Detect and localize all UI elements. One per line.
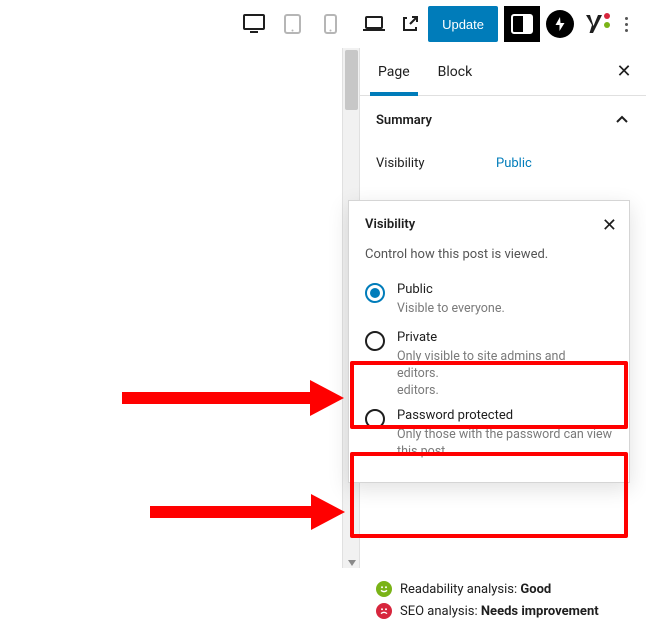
visibility-label: Visibility [376, 156, 496, 171]
option-private-label: Private [397, 330, 617, 345]
seo-text: SEO analysis: Needs improvement [400, 604, 599, 619]
readability-row[interactable]: Readability analysis: Good [376, 578, 636, 600]
callout-arrow-private [122, 376, 344, 420]
option-public-label: Public [397, 282, 617, 297]
laptop-icon[interactable] [362, 12, 386, 36]
editors-overflow-text: editors. [397, 383, 617, 398]
chevron-up-icon [614, 112, 630, 128]
top-toolbar: Update [0, 0, 646, 48]
close-panel-button[interactable]: ✕ [612, 61, 636, 82]
desktop-icon[interactable] [242, 12, 266, 36]
mobile-icon[interactable] [318, 12, 342, 36]
popover-description: Control how this post is viewed. [365, 247, 617, 262]
summary-section-header[interactable]: Summary [360, 96, 646, 138]
sidebar-toggle-button[interactable] [504, 6, 540, 42]
visibility-option-password[interactable]: Password protected Only those with the p… [365, 402, 617, 467]
smile-icon [376, 581, 392, 597]
visibility-option-public[interactable]: Public Visible to everyone. [365, 276, 617, 324]
tab-page[interactable]: Page [364, 48, 424, 95]
radio-password[interactable] [365, 409, 385, 429]
close-popover-button[interactable]: ✕ [602, 217, 617, 235]
option-public-hint: Visible to everyone. [397, 301, 617, 318]
visibility-value-link[interactable]: Public [496, 156, 532, 171]
yoast-icon[interactable] [580, 10, 608, 38]
seo-row[interactable]: SEO analysis: Needs improvement [376, 600, 636, 622]
visibility-popover: Visibility ✕ Control how this post is vi… [348, 200, 630, 483]
callout-arrow-password [150, 490, 345, 534]
yoast-status-dots [604, 13, 610, 28]
readability-text: Readability analysis: Good [400, 582, 551, 597]
summary-label: Summary [376, 113, 432, 128]
jetpack-icon[interactable] [546, 10, 574, 38]
more-options-button[interactable] [614, 6, 638, 42]
radio-public[interactable] [365, 283, 385, 303]
visibility-row: Visibility Public [360, 138, 646, 179]
visibility-option-private[interactable]: Private Only visible to site admins and … [365, 324, 617, 389]
update-button[interactable]: Update [428, 6, 498, 42]
radio-private[interactable] [365, 331, 385, 351]
option-password-hint: Only those with the password can view th… [397, 427, 617, 461]
device-preview-group [242, 12, 342, 36]
panel-tabs: Page Block ✕ [360, 48, 646, 96]
popover-title: Visibility [365, 217, 415, 232]
tablet-icon[interactable] [280, 12, 304, 36]
sad-icon [376, 603, 392, 619]
tab-block[interactable]: Block [424, 48, 487, 95]
external-link-icon[interactable] [398, 12, 422, 36]
option-private-hint: Only visible to site admins and editors. [397, 349, 587, 383]
option-password-label: Password protected [397, 408, 617, 423]
analysis-section: Readability analysis: Good SEO analysis:… [376, 578, 636, 622]
